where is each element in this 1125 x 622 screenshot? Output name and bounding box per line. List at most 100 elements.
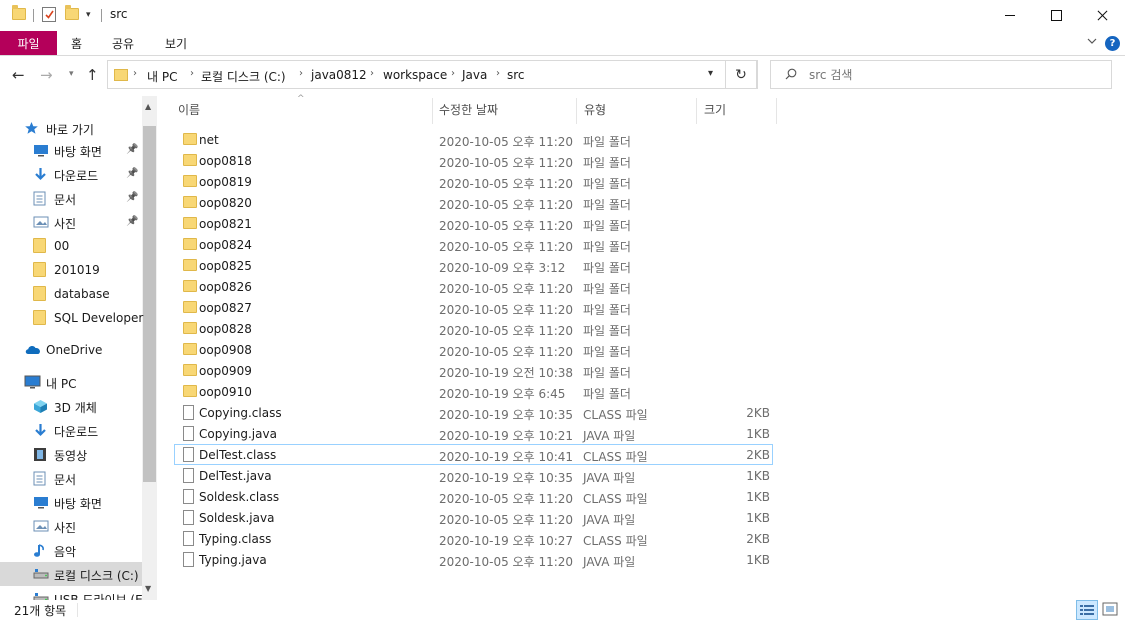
sidebar-item[interactable]: 사진 [0,514,142,538]
refresh-button[interactable]: ↻ [725,60,757,89]
sidebar-item[interactable]: 문서 📌 [0,186,142,210]
column-header-name[interactable]: 이름 [178,101,200,118]
sidebar-item[interactable]: 201019 [0,258,142,282]
column-header-type[interactable]: 유형 [584,101,606,118]
tab-view[interactable]: 보기 [165,35,187,52]
file-icon [183,426,194,441]
sidebar-item[interactable]: 3D 개체 [0,394,142,418]
drive-icon [33,591,49,600]
pin-icon[interactable]: 📌 [126,144,138,155]
recent-locations-chevron-icon[interactable]: ▾ [69,69,74,79]
column-divider[interactable] [576,98,577,124]
file-type: 파일 폴더 [583,198,631,212]
large-icons-view-button[interactable] [1100,600,1122,620]
file-row[interactable]: DelTest.java 2020-10-19 오후 10:35 JAVA 파일 1K… [174,465,773,486]
folder-icon [33,286,46,301]
help-icon[interactable]: ? [1105,36,1120,51]
quick-access-dropdown-icon[interactable]: ▾ [86,10,91,20]
sidebar-item[interactable]: 00 [0,234,142,258]
file-row[interactable]: Typing.class 2020-10-19 오후 10:27 CLASS 파일 2… [174,528,773,549]
file-row[interactable]: oop0827 2020-10-05 오후 11:20 파일 폴더 [174,297,773,318]
column-header-date[interactable]: 수정한 날짜 [439,101,498,118]
file-row[interactable]: Copying.class 2020-10-19 오후 10:35 CLASS 파일… [174,402,773,423]
close-button[interactable] [1079,0,1125,31]
file-row[interactable]: oop0821 2020-10-05 오후 11:20 파일 폴더 [174,213,773,234]
sidebar-item[interactable]: 바탕 화면 📌 [0,138,142,162]
breadcrumb-workspace[interactable]: workspace [383,68,447,82]
sidebar-scroll-thumb[interactable] [143,126,156,482]
sidebar-item[interactable]: database [0,282,142,306]
sidebar-item[interactable]: USB 드라이브 (E [0,586,143,600]
scroll-down-icon[interactable]: ▼ [145,584,151,593]
pin-icon[interactable]: 📌 [126,168,138,179]
details-view-button[interactable] [1076,600,1098,620]
sidebar-item[interactable]: 내 PC [0,370,142,394]
column-header-size[interactable]: 크기 [704,101,726,118]
sidebar-item[interactable]: 로컬 디스크 (C:) [0,562,142,586]
column-divider[interactable] [432,98,433,124]
chevron-right-icon[interactable]: › [370,68,374,79]
file-row[interactable]: Soldesk.java 2020-10-05 오후 11:20 JAVA 파일 1K… [174,507,773,528]
chevron-right-icon[interactable]: › [190,68,194,79]
forward-arrow-icon[interactable]: → [40,66,53,84]
sidebar-item[interactable]: 문서 [0,466,142,490]
new-folder-icon[interactable] [65,5,79,20]
breadcrumb-local-disk[interactable]: 로컬 디스크 (C:) [201,68,286,85]
sidebar-item[interactable]: 바로 가기 [0,116,142,140]
file-row[interactable]: oop0828 2020-10-05 오후 11:20 파일 폴더 [174,318,773,339]
breadcrumb-this-pc[interactable]: 내 PC [147,68,177,85]
file-row[interactable]: oop0908 2020-10-05 오후 11:20 파일 폴더 [174,339,773,360]
chevron-right-icon[interactable]: › [496,68,500,79]
file-row[interactable]: oop0818 2020-10-05 오후 11:20 파일 폴더 [174,150,773,171]
sidebar-item[interactable]: 사진 📌 [0,210,142,234]
file-date: 2020-10-19 오후 10:41 [439,450,574,464]
file-row[interactable]: oop0820 2020-10-05 오후 11:20 파일 폴더 [174,192,773,213]
file-row[interactable]: DelTest.class 2020-10-19 오후 10:41 CLASS 파일… [174,444,773,465]
sidebar-item[interactable]: 바탕 화면 [0,490,142,514]
file-row[interactable]: oop0826 2020-10-05 오후 11:20 파일 폴더 [174,276,773,297]
file-row[interactable]: oop0819 2020-10-05 오후 11:20 파일 폴더 [174,171,773,192]
breadcrumb-java[interactable]: Java [462,68,487,82]
column-divider[interactable] [776,98,777,124]
address-bar[interactable]: › 내 PC › 로컬 디스크 (C:) › java0812 › worksp… [107,60,758,89]
sidebar-item[interactable]: 다운로드 📌 [0,162,142,186]
file-row[interactable]: net 2020-10-05 오후 11:20 파일 폴더 [174,129,773,150]
sidebar-item-label: 사진 [54,217,77,231]
search-input[interactable] [809,66,1099,84]
file-row[interactable]: oop0824 2020-10-05 오후 11:20 파일 폴더 [174,234,773,255]
up-arrow-icon[interactable]: ↑ [86,66,99,84]
chevron-right-icon[interactable]: › [133,68,137,79]
properties-check-icon[interactable] [42,7,56,22]
tab-share[interactable]: 공유 [112,35,134,52]
sidebar-item[interactable]: OneDrive [0,338,142,362]
file-row[interactable]: Typing.java 2020-10-05 오후 11:20 JAVA 파일 1KB [174,549,773,570]
pin-icon[interactable]: 📌 [126,192,138,203]
pin-icon[interactable]: 📌 [126,216,138,227]
file-icon [183,552,194,567]
file-row[interactable]: Soldesk.class 2020-10-05 오후 11:20 CLASS 파일… [174,486,773,507]
sidebar-item[interactable]: 다운로드 [0,418,142,442]
search-box[interactable] [770,60,1112,89]
chevron-right-icon[interactable]: › [299,68,303,79]
sidebar-item[interactable]: 음악 [0,538,142,562]
breadcrumb-java0812[interactable]: java0812 [311,68,367,82]
breadcrumb-src[interactable]: src [507,68,525,82]
file-row[interactable]: oop0825 2020-10-09 오후 3:12 파일 폴더 [174,255,773,276]
column-divider[interactable] [696,98,697,124]
file-row[interactable]: oop0909 2020-10-19 오전 10:38 파일 폴더 [174,360,773,381]
folder-icon[interactable] [12,5,26,20]
minimize-button[interactable] [987,0,1033,31]
file-row[interactable]: Copying.java 2020-10-19 오후 10:21 JAVA 파일 1K… [174,423,773,444]
scroll-up-icon[interactable]: ▲ [145,102,151,111]
chevron-right-icon[interactable]: › [451,68,455,79]
tab-file[interactable]: 파일 [0,31,57,55]
maximize-button[interactable] [1033,0,1079,31]
folder-icon [183,238,197,250]
back-arrow-icon[interactable]: ← [12,66,25,84]
sidebar-item[interactable]: SQL Developer [0,306,143,330]
sidebar-item[interactable]: 동영상 [0,442,142,466]
file-row[interactable]: oop0910 2020-10-19 오후 6:45 파일 폴더 [174,381,773,402]
address-dropdown-chevron-icon[interactable]: ▾ [708,68,713,79]
chevron-down-icon[interactable] [1087,36,1097,46]
tab-home[interactable]: 홈 [71,35,82,52]
